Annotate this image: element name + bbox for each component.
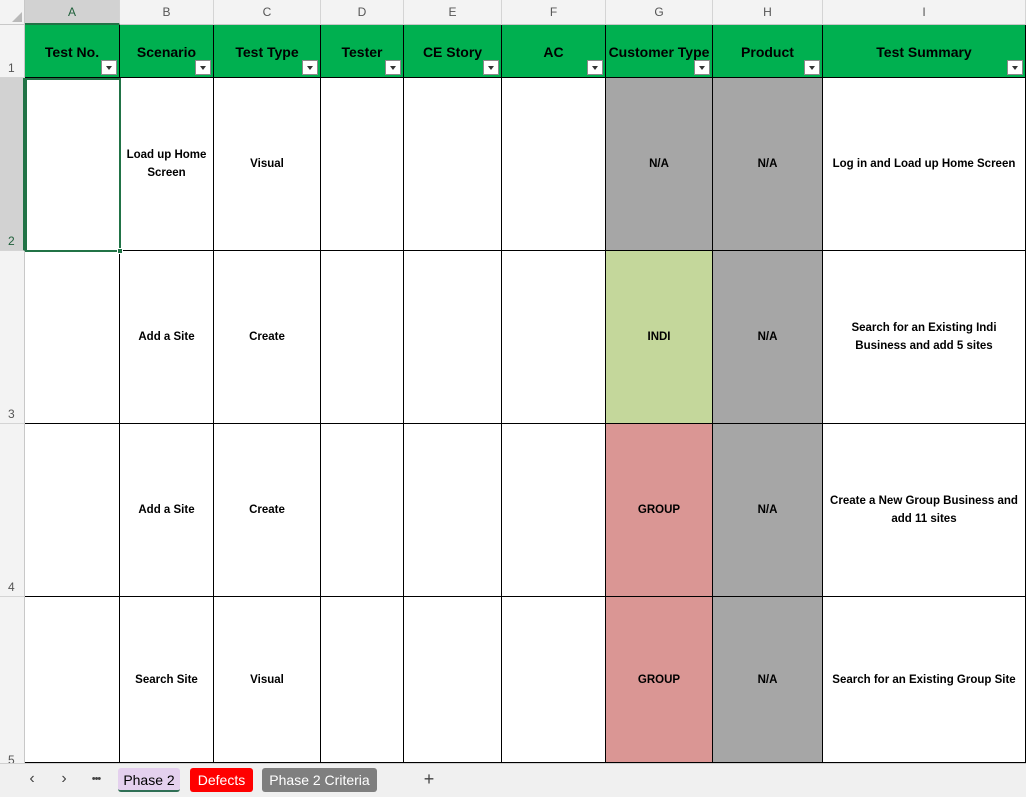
cell-h4[interactable]: N/A bbox=[713, 424, 823, 597]
header-ac[interactable]: AC bbox=[502, 25, 606, 78]
header-test-no[interactable]: Test No. bbox=[25, 25, 120, 78]
column-header-b[interactable]: B bbox=[120, 0, 214, 25]
cell-e3[interactable] bbox=[404, 251, 502, 424]
column-header-i[interactable]: I bbox=[823, 0, 1026, 25]
header-customer-type-label: Customer Type bbox=[608, 44, 710, 60]
column-header-a[interactable]: A bbox=[25, 0, 120, 25]
row-header-1[interactable]: 1 bbox=[0, 25, 25, 78]
more-sheets-icon[interactable]: ••• bbox=[84, 766, 108, 792]
cell-g2[interactable]: N/A bbox=[606, 78, 713, 251]
column-header-d[interactable]: D bbox=[321, 0, 404, 25]
header-test-summary[interactable]: Test Summary bbox=[823, 25, 1026, 78]
cell-i3[interactable]: Search for an Existing Indi Business and… bbox=[823, 251, 1026, 424]
cell-b4[interactable]: Add a Site bbox=[120, 424, 214, 597]
cell-f5[interactable] bbox=[502, 597, 606, 763]
cell-c4[interactable]: Create bbox=[214, 424, 321, 597]
header-ce-story[interactable]: CE Story bbox=[404, 25, 502, 78]
cell-b5[interactable]: Search Site bbox=[120, 597, 214, 763]
cell-d5[interactable] bbox=[321, 597, 404, 763]
cell-d3[interactable] bbox=[321, 251, 404, 424]
header-test-type[interactable]: Test Type bbox=[214, 25, 321, 78]
cell-g4[interactable]: GROUP bbox=[606, 424, 713, 597]
select-all-corner[interactable] bbox=[0, 0, 25, 25]
filter-dropdown-icon[interactable] bbox=[694, 60, 710, 75]
cell-a5[interactable] bbox=[25, 597, 120, 763]
column-header-h[interactable]: H bbox=[713, 0, 823, 25]
cell-i5[interactable]: Search for an Existing Group Site bbox=[823, 597, 1026, 763]
header-product-label: Product bbox=[741, 44, 794, 60]
cell-f2[interactable] bbox=[502, 78, 606, 251]
cell-c5[interactable]: Visual bbox=[214, 597, 321, 763]
previous-sheet-icon[interactable]: ‹ bbox=[20, 766, 44, 792]
active-cell-selection bbox=[25, 78, 121, 252]
cell-d4[interactable] bbox=[321, 424, 404, 597]
header-test-summary-label: Test Summary bbox=[876, 44, 972, 60]
sheet-tab-phase-2-criteria[interactable]: Phase 2 Criteria bbox=[262, 768, 377, 792]
row-header-2[interactable]: 2 bbox=[0, 78, 25, 251]
sheet-tab-phase-2[interactable]: Phase 2 bbox=[118, 768, 180, 792]
row-header-5[interactable]: 5 bbox=[0, 597, 25, 770]
header-test-no-label: Test No. bbox=[44, 44, 100, 60]
cell-c2[interactable]: Visual bbox=[214, 78, 321, 251]
filter-dropdown-icon[interactable] bbox=[302, 60, 318, 75]
cell-e4[interactable] bbox=[404, 424, 502, 597]
filter-dropdown-icon[interactable] bbox=[804, 60, 820, 75]
header-test-type-label: Test Type bbox=[235, 44, 299, 60]
filter-dropdown-icon[interactable] bbox=[1007, 60, 1023, 75]
add-sheet-icon[interactable]: + bbox=[417, 766, 441, 792]
cell-h2[interactable]: N/A bbox=[713, 78, 823, 251]
row-header-3[interactable]: 3 bbox=[0, 251, 25, 424]
cell-a4[interactable] bbox=[25, 424, 120, 597]
header-scenario-label: Scenario bbox=[136, 44, 197, 60]
filter-dropdown-icon[interactable] bbox=[101, 60, 117, 75]
header-product[interactable]: Product bbox=[713, 25, 823, 78]
cell-a3[interactable] bbox=[25, 251, 120, 424]
header-ce-story-label: CE Story bbox=[422, 44, 483, 60]
header-tester[interactable]: Tester bbox=[321, 25, 404, 78]
column-header-g[interactable]: G bbox=[606, 0, 713, 25]
filter-dropdown-icon[interactable] bbox=[195, 60, 211, 75]
cell-g5[interactable]: GROUP bbox=[606, 597, 713, 763]
column-header-e[interactable]: E bbox=[404, 0, 502, 25]
cell-i4[interactable]: Create a New Group Business and add 11 s… bbox=[823, 424, 1026, 597]
cell-h5[interactable]: N/A bbox=[713, 597, 823, 763]
fill-handle[interactable] bbox=[117, 248, 123, 254]
column-header-f[interactable]: F bbox=[502, 0, 606, 25]
cell-g3[interactable]: INDI bbox=[606, 251, 713, 424]
sheet-tab-defects[interactable]: Defects bbox=[190, 768, 253, 792]
header-customer-type[interactable]: Customer Type bbox=[606, 25, 713, 78]
header-ac-label: AC bbox=[543, 44, 564, 60]
next-sheet-icon[interactable]: › bbox=[52, 766, 76, 792]
cell-b3[interactable]: Add a Site bbox=[120, 251, 214, 424]
row-header-4[interactable]: 4 bbox=[0, 424, 25, 597]
cell-e5[interactable] bbox=[404, 597, 502, 763]
header-tester-label: Tester bbox=[341, 44, 383, 60]
cell-e2[interactable] bbox=[404, 78, 502, 251]
cell-b2[interactable]: Load up Home Screen bbox=[120, 78, 214, 251]
cell-f3[interactable] bbox=[502, 251, 606, 424]
cell-f4[interactable] bbox=[502, 424, 606, 597]
cell-h3[interactable]: N/A bbox=[713, 251, 823, 424]
column-header-c[interactable]: C bbox=[214, 0, 321, 25]
cell-i2[interactable]: Log in and Load up Home Screen bbox=[823, 78, 1026, 251]
cell-d2[interactable] bbox=[321, 78, 404, 251]
header-scenario[interactable]: Scenario bbox=[120, 25, 214, 78]
filter-dropdown-icon[interactable] bbox=[587, 60, 603, 75]
cell-c3[interactable]: Create bbox=[214, 251, 321, 424]
filter-dropdown-icon[interactable] bbox=[385, 60, 401, 75]
filter-dropdown-icon[interactable] bbox=[483, 60, 499, 75]
